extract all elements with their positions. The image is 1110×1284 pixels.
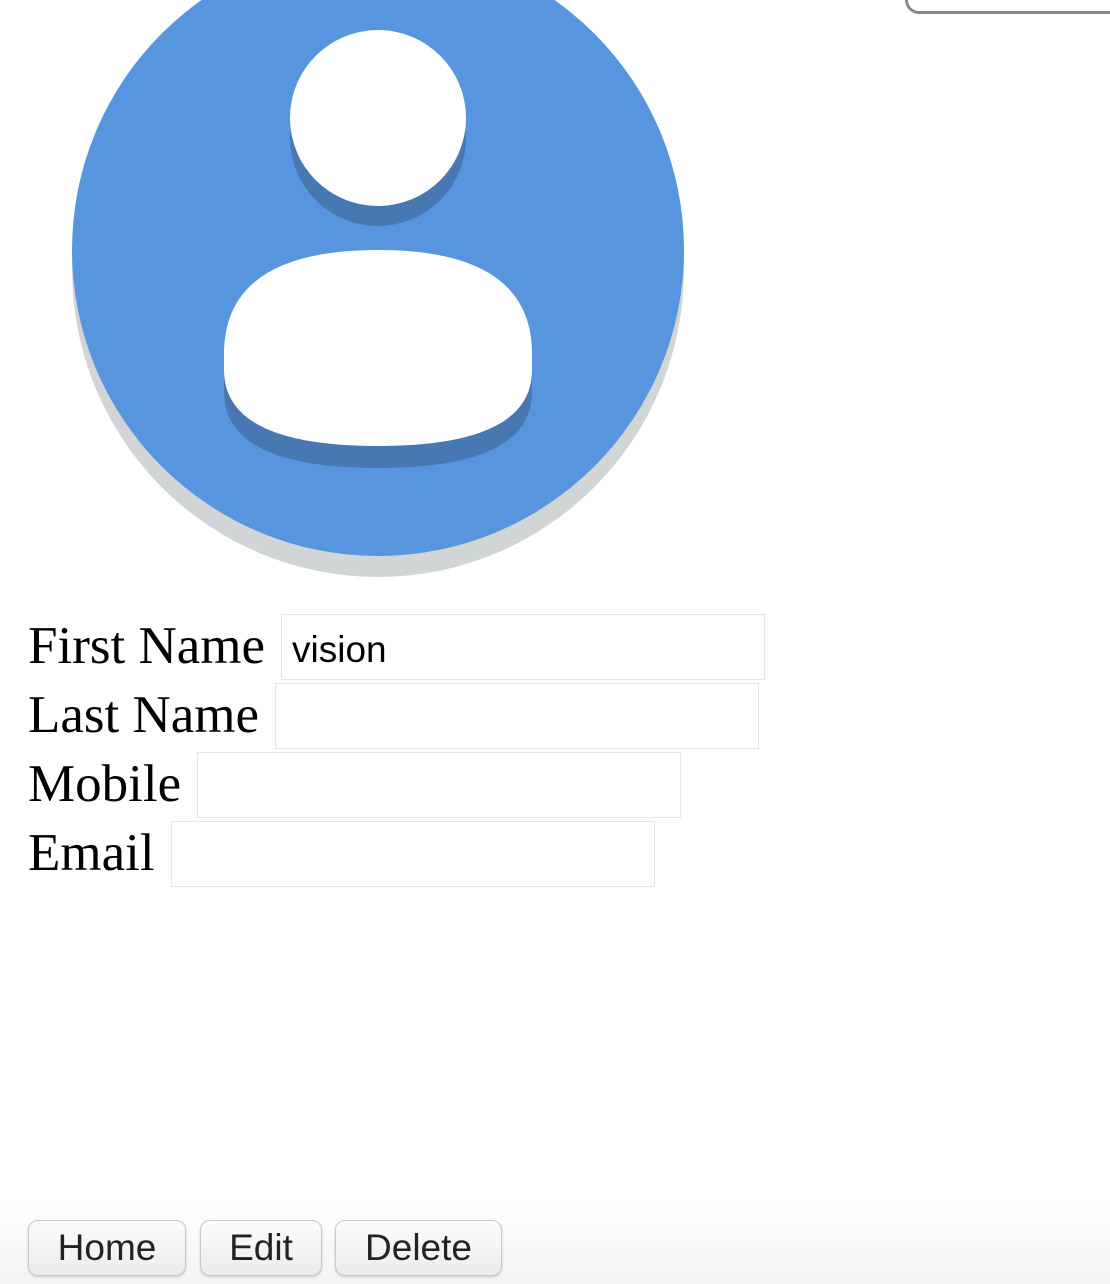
- email-label: Email: [28, 824, 155, 882]
- first-name-label: First Name: [28, 617, 265, 675]
- mobile-label: Mobile: [28, 755, 182, 813]
- user-profile-icon: [70, 0, 686, 580]
- mobile-field[interactable]: [197, 751, 682, 818]
- bottom-toolbar: Home Edit Delete: [0, 1204, 1110, 1284]
- last-name-label: Last Name: [28, 686, 260, 744]
- last-name-row: Last Name: [28, 681, 765, 750]
- home-button[interactable]: Home: [28, 1220, 186, 1276]
- window-corner: [905, 0, 1110, 14]
- first-name-field[interactable]: [281, 613, 765, 680]
- delete-button[interactable]: Delete: [335, 1220, 502, 1276]
- edit-button[interactable]: Edit: [200, 1220, 322, 1276]
- email-field[interactable]: [170, 820, 655, 887]
- contact-form: First Name Last Name Mobile Email: [28, 612, 765, 888]
- first-name-row: First Name: [28, 612, 765, 681]
- email-row: Email: [28, 819, 765, 888]
- mobile-row: Mobile: [28, 750, 765, 819]
- last-name-field[interactable]: [275, 682, 760, 749]
